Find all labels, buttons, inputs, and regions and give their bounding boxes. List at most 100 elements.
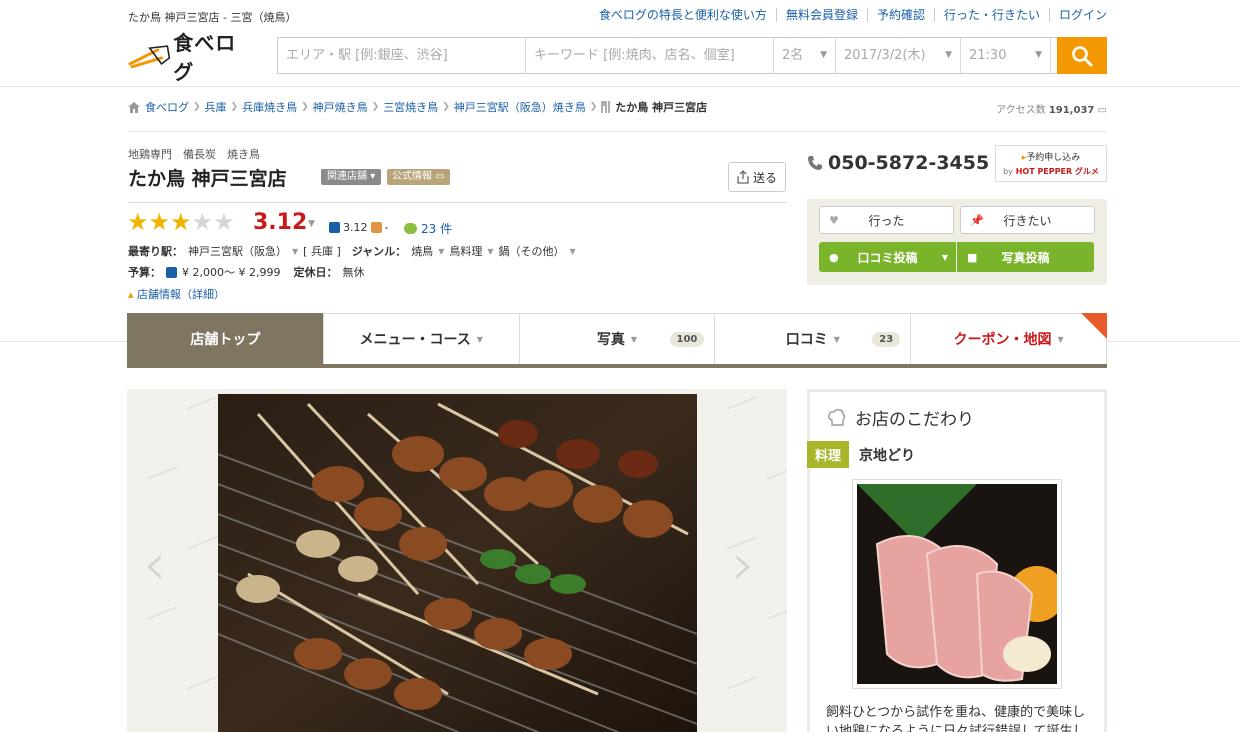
chef-hat-icon: [828, 408, 846, 426]
pref-value[interactable]: [ 兵庫 ]: [303, 243, 341, 259]
restaurant-icon: [601, 101, 610, 113]
logo[interactable]: 食べログ: [128, 31, 256, 84]
search-button[interactable]: [1057, 37, 1107, 74]
kodawari-title: お店のこだわり: [827, 405, 974, 430]
gallery-prev-arrow-icon[interactable]: ‹: [143, 530, 166, 598]
tab-label: クーポン・地図: [953, 332, 1052, 348]
people-value: 2名: [782, 48, 804, 63]
night-icon: [329, 222, 340, 233]
chevron-down-icon: ▼: [476, 334, 483, 344]
genre-item[interactable]: 鳥料理: [449, 243, 482, 259]
chicken-tataki-photo: [857, 484, 1065, 684]
page-title: たか鳥 神戸三宮店 - 三宮（焼鳥）: [128, 11, 297, 24]
share-icon: [737, 170, 749, 184]
reserve-button[interactable]: ▸予約申し込み by HOT PEPPER グルメ: [995, 145, 1107, 182]
breadcrumb-item[interactable]: 神戸焼き鳥: [313, 99, 368, 115]
nav-link-went-want[interactable]: 行った・行きたい: [933, 8, 1049, 22]
tab-reviews[interactable]: 口コミ ▼ 23: [714, 313, 911, 364]
want-label: 行きたい: [1003, 213, 1052, 228]
official-info-label: 公式情報: [392, 171, 432, 182]
reserve-by: by: [1003, 167, 1013, 176]
chevron-down-icon: ▼: [569, 246, 576, 256]
comment-icon: ▭: [1097, 105, 1107, 116]
send-button[interactable]: 送る: [728, 162, 786, 192]
chevron-down-icon: ▼: [438, 246, 445, 256]
tab-coupon-map[interactable]: クーポン・地図 ▼: [910, 313, 1107, 364]
rating-night: 3.12: [343, 221, 368, 234]
tab-label: 写真: [596, 332, 625, 348]
chevron-down-icon: ▼: [487, 246, 494, 256]
gallery-next-arrow-icon[interactable]: ›: [732, 530, 755, 598]
chevron-down-icon: ▼: [630, 334, 638, 344]
phone-value: 050-5872-3455: [828, 152, 990, 174]
star-empty-icon: ★: [213, 208, 235, 236]
phone-icon: [808, 156, 822, 170]
nav-link-login[interactable]: ログイン: [1048, 8, 1107, 22]
area-input[interactable]: エリア・駅 [例:銀座、渋谷]: [278, 38, 526, 73]
genre-item[interactable]: 鍋（その他）: [499, 243, 565, 259]
access-label: アクセス数: [996, 105, 1046, 116]
store-detail-label: 店舗情報（詳細）: [137, 288, 226, 301]
reserve-brand: HOT PEPPER グルメ: [1015, 167, 1099, 176]
star-empty-icon: ★: [191, 208, 214, 236]
time-value: 21:30: [969, 48, 1007, 63]
chevron-down-icon: ▼: [292, 246, 299, 256]
tab-label: メニュー・コース: [359, 332, 471, 348]
related-stores-label: 関連店舗: [327, 171, 367, 182]
tab-label: 口コミ: [785, 332, 828, 348]
holiday-value: 無休: [342, 266, 365, 279]
tab-photos[interactable]: 写真 ▼ 100: [518, 313, 715, 364]
budget-label: 予算：: [128, 266, 161, 279]
people-select[interactable]: 2名 ▼: [774, 38, 836, 73]
want-button[interactable]: 📌 行きたい: [960, 206, 1095, 234]
breadcrumb-separator-icon: ❯: [301, 102, 309, 112]
store-detail-link[interactable]: ▴ 店舗情報（詳細）: [128, 286, 225, 302]
comment-icon: ●: [829, 250, 839, 264]
main-photo[interactable]: [218, 394, 697, 732]
time-select[interactable]: 21:30 ▼: [961, 38, 1051, 73]
camera-icon: ■: [967, 250, 978, 264]
breadcrumb-item[interactable]: 神戸三宮駅（阪急）焼き鳥: [454, 99, 586, 115]
phone-number[interactable]: 050-5872-3455: [807, 152, 989, 174]
star-filled-icon: ★: [127, 208, 149, 236]
nav-link-reservation[interactable]: 予約確認: [866, 8, 934, 22]
kodawari-title-text: お店のこだわり: [855, 410, 974, 430]
review-count-link[interactable]: 23 件: [404, 220, 452, 237]
search-icon: [1072, 45, 1093, 66]
reserve-label: 予約申し込み: [1026, 153, 1081, 163]
top-nav: 食べログの特長と便利な使い方 無料会員登録 予約確認 行った・行きたい ログイン: [590, 8, 1107, 22]
pin-icon: 📌: [970, 214, 984, 227]
date-select[interactable]: 2017/3/2(木) ▼: [836, 38, 961, 73]
genre-item[interactable]: 焼鳥: [411, 243, 433, 259]
keyword-input[interactable]: キーワード [例:焼肉、店名、個室]: [526, 38, 774, 73]
lunch-icon: [370, 222, 382, 233]
nav-link-register[interactable]: 無料会員登録: [775, 8, 867, 22]
breadcrumb-item[interactable]: 三宮焼き鳥: [383, 99, 438, 115]
post-photo-button[interactable]: ■ 写真投稿: [957, 242, 1094, 272]
post-photo-label: 写真投稿: [1001, 250, 1050, 265]
rating-lunch: -: [384, 221, 389, 234]
arrow-up-icon: ▴: [128, 288, 134, 301]
breadcrumb-item[interactable]: 兵庫: [205, 99, 227, 115]
official-info-badge[interactable]: 公式情報 ▭: [387, 169, 450, 185]
rating-dropdown-icon[interactable]: ▼: [308, 219, 315, 229]
breadcrumb-separator-icon: ❯: [230, 102, 239, 112]
tab-top[interactable]: 店舗トップ: [127, 313, 323, 364]
post-review-button[interactable]: ● 口コミ投稿 ▼: [819, 242, 956, 272]
chevron-down-icon: ▼: [1057, 334, 1064, 344]
access-number: 191,037: [1048, 105, 1095, 116]
rating-score: 3.12: [253, 210, 308, 235]
breadcrumb: 食べログ ❯ 兵庫 ❯ 兵庫焼き鳥 ❯ 神戸焼き鳥 ❯ 三宮焼き鳥 ❯ 神戸三宮駅（阪急）…: [128, 99, 707, 115]
breadcrumb-item[interactable]: 食べログ: [145, 99, 189, 115]
review-count: 23 件: [421, 222, 453, 236]
tab-menu[interactable]: メニュー・コース ▼: [322, 313, 519, 364]
store-meta-row-2: 予算： ¥ 2,000～ ¥ 2,999 定休日： 無休: [128, 264, 364, 280]
kodawari-description: 飼料ひとつから試作を重ね、健康的で美味しい地鶏になるように日々試行錯誤して誕生し: [826, 705, 1086, 732]
rating-breakdown: 3.12 -: [329, 221, 388, 234]
went-button[interactable]: ♥ 行った: [819, 206, 954, 234]
nav-link-features[interactable]: 食べログの特長と便利な使い方: [590, 8, 776, 22]
kodawari-photo[interactable]: [852, 479, 1065, 689]
breadcrumb-item[interactable]: 兵庫焼き鳥: [242, 99, 297, 115]
station-value[interactable]: 神戸三宮駅（阪急）: [188, 243, 287, 259]
related-stores-badge[interactable]: 関連店舗 ▾: [321, 169, 382, 185]
